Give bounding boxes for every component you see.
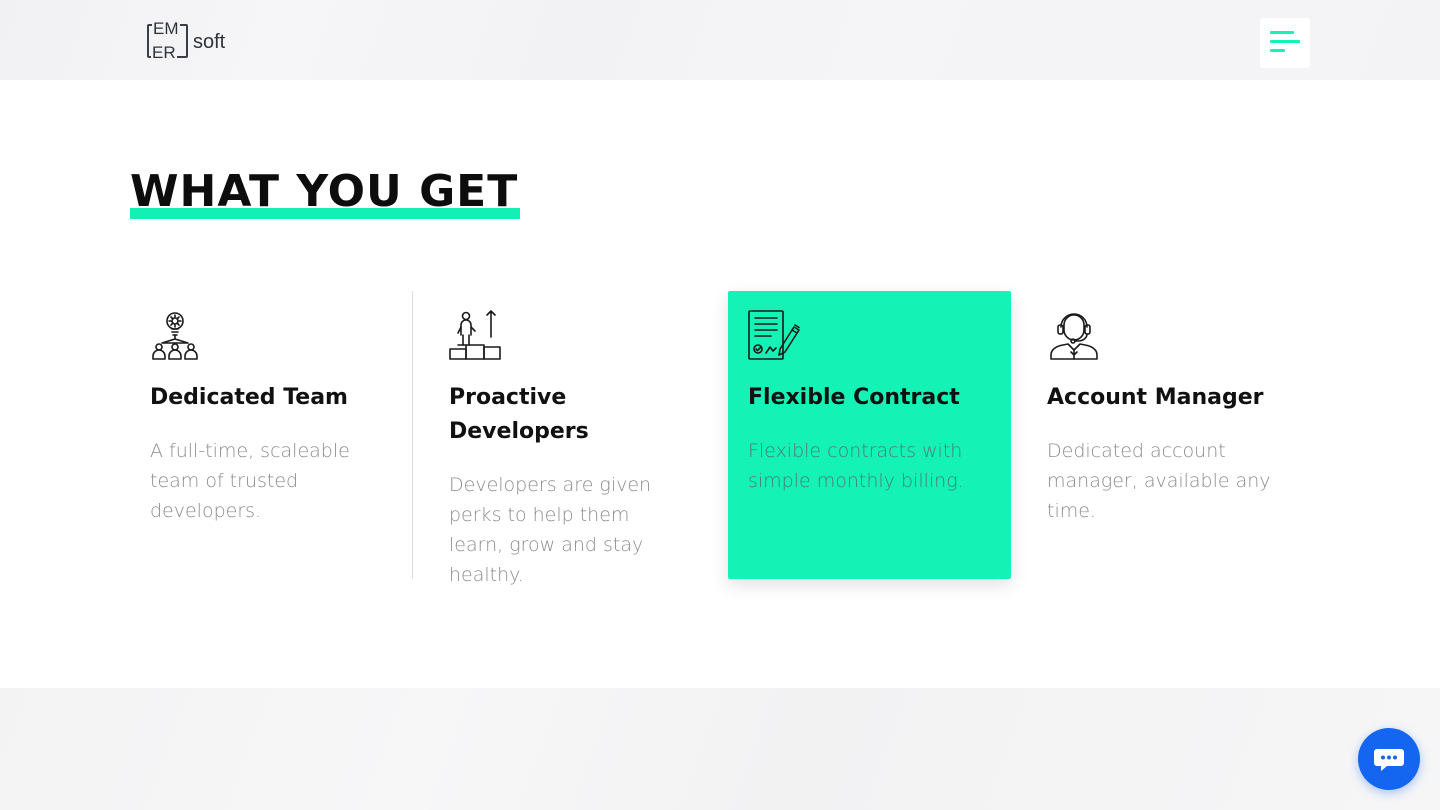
next-section-background bbox=[0, 688, 1440, 810]
logo-line-1: EM bbox=[152, 19, 180, 38]
section-title: WHAT YOU GET bbox=[130, 166, 519, 217]
logo-suffix: soft bbox=[193, 31, 226, 53]
feature-description: Developers are given perks to help them … bbox=[449, 474, 652, 586]
card-divider bbox=[412, 291, 413, 579]
developer-growth-icon bbox=[449, 309, 503, 363]
feature-description: A full-time, scaleable team of trusted d… bbox=[150, 440, 350, 522]
logo-line-2: ER bbox=[151, 43, 177, 62]
feature-title: Dedicated Team bbox=[150, 385, 348, 410]
section-heading: WHAT YOU GET bbox=[130, 164, 520, 220]
feature-card-account-manager[interactable]: Account Manager Dedicated account manage… bbox=[1027, 291, 1310, 579]
feature-title: Flexible Contract bbox=[748, 385, 960, 410]
feature-description: Flexible contracts with simple monthly b… bbox=[748, 440, 964, 492]
account-manager-headset-icon bbox=[1047, 309, 1101, 363]
hamburger-menu-icon-bar-2 bbox=[1270, 40, 1300, 43]
feature-title: Account Manager bbox=[1047, 385, 1264, 410]
menu-button[interactable] bbox=[1260, 18, 1310, 68]
site-header: EM ER soft bbox=[0, 0, 1440, 80]
feature-card-dedicated-team[interactable]: Dedicated Team A full-time, scaleable te… bbox=[130, 291, 413, 579]
hamburger-menu-icon bbox=[1270, 31, 1294, 34]
feature-description: Dedicated account manager, available any… bbox=[1047, 440, 1271, 522]
feature-title: Proactive Developers bbox=[449, 385, 589, 444]
contract-signing-icon bbox=[748, 309, 802, 363]
hamburger-menu-icon-bar-3 bbox=[1270, 49, 1285, 52]
chat-bubble-icon bbox=[1374, 749, 1404, 771]
team-lightbulb-icon bbox=[150, 309, 204, 363]
feature-card-flexible-contract[interactable]: Flexible Contract Flexible contracts wit… bbox=[728, 291, 1011, 579]
company-logo[interactable]: EM ER soft bbox=[147, 20, 247, 64]
feature-card-proactive-developers[interactable]: Proactive Developers Developers are give… bbox=[429, 291, 712, 586]
chat-button[interactable] bbox=[1358, 728, 1420, 790]
